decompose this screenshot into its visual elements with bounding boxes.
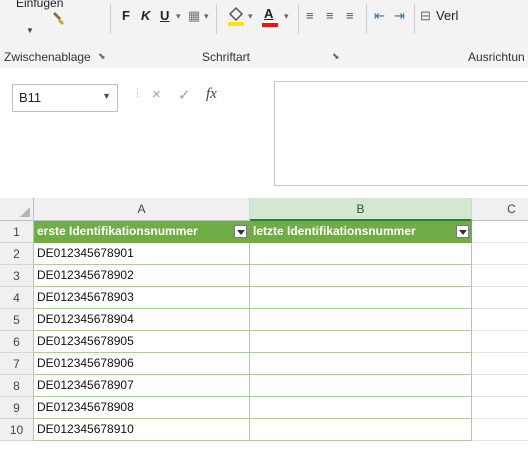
- row-header[interactable]: 1: [0, 221, 34, 243]
- ribbon-separator: [366, 4, 367, 34]
- name-box-dropdown-icon[interactable]: ▼: [102, 91, 111, 101]
- column-header-a[interactable]: A: [34, 198, 250, 221]
- fill-color-icon[interactable]: [226, 6, 246, 26]
- table-cell-b[interactable]: [250, 243, 472, 265]
- filter-dropdown-icon[interactable]: [234, 225, 247, 238]
- cell-c[interactable]: [472, 309, 528, 331]
- alignment-group-label: Ausrichtun: [468, 50, 525, 64]
- name-box[interactable]: B11 ▼: [12, 84, 118, 112]
- table-cell-a[interactable]: DE012345678902: [34, 265, 250, 287]
- merge-cells-icon[interactable]: ⊟: [420, 8, 431, 24]
- column-header-c[interactable]: C: [472, 198, 528, 221]
- formula-bar-splitter-icon[interactable]: ⋮: [132, 86, 143, 99]
- table-cell-b[interactable]: [250, 353, 472, 375]
- wrap-text-label[interactable]: Verl: [436, 8, 458, 23]
- table-cell-a[interactable]: DE012345678908: [34, 397, 250, 419]
- column-header-b[interactable]: B: [250, 198, 472, 221]
- ribbon-separator: [216, 4, 217, 34]
- cell-c[interactable]: [472, 287, 528, 309]
- table-cell-b[interactable]: [250, 265, 472, 287]
- table-cell-b[interactable]: [250, 309, 472, 331]
- align-right-icon[interactable]: ≡: [346, 8, 354, 23]
- cell-c[interactable]: [472, 419, 528, 441]
- font-dialog-launcher-icon[interactable]: ⬊: [332, 51, 340, 62]
- row-header[interactable]: 4: [0, 287, 34, 309]
- row-header[interactable]: 10: [0, 419, 34, 441]
- table-header-cell-a[interactable]: erste Identifikationsnummer: [34, 221, 250, 243]
- font-color-dropdown-icon[interactable]: ▾: [284, 11, 289, 22]
- row-header[interactable]: 3: [0, 265, 34, 287]
- cell-c[interactable]: [472, 265, 528, 287]
- select-all-button[interactable]: [0, 198, 34, 221]
- underline-button[interactable]: U: [160, 8, 169, 23]
- cell-c[interactable]: [472, 397, 528, 419]
- cell-c[interactable]: [472, 221, 528, 243]
- cell-c[interactable]: [472, 331, 528, 353]
- cancel-icon[interactable]: ×: [152, 86, 161, 103]
- formula-bar-area: B11 ▼ ⋮ × ✓ fx: [0, 68, 528, 194]
- header-label: erste Identifikationsnummer: [37, 224, 198, 238]
- ribbon-separator: [110, 4, 111, 34]
- ribbon-separator: [414, 4, 415, 34]
- ribbon: Einfügen ▼ F K U ▾ ▦ ▾ ▾ A ▾ ≡ ≡ ≡ ⇤ ⇥ ⊟…: [0, 0, 528, 69]
- enter-icon[interactable]: ✓: [178, 86, 191, 104]
- ribbon-separator: [298, 4, 299, 34]
- table-cell-b[interactable]: [250, 287, 472, 309]
- table-cell-a[interactable]: DE012345678903: [34, 287, 250, 309]
- increase-indent-icon[interactable]: ⇥: [394, 8, 405, 24]
- bold-button[interactable]: F: [122, 8, 130, 23]
- filter-dropdown-icon[interactable]: [456, 225, 469, 238]
- table-cell-a[interactable]: DE012345678904: [34, 309, 250, 331]
- row-header[interactable]: 2: [0, 243, 34, 265]
- format-painter-icon[interactable]: [52, 10, 66, 26]
- align-left-icon[interactable]: ≡: [306, 8, 314, 23]
- insert-function-icon[interactable]: fx: [206, 86, 217, 103]
- table-cell-a[interactable]: DE012345678901: [34, 243, 250, 265]
- table-cell-b[interactable]: [250, 375, 472, 397]
- table-cell-a[interactable]: DE012345678907: [34, 375, 250, 397]
- table-cell-a[interactable]: DE012345678910: [34, 419, 250, 441]
- table-header-cell-b[interactable]: letzte Identifikationsnummer: [250, 221, 472, 243]
- fill-color-dropdown-icon[interactable]: ▾: [248, 11, 253, 22]
- row-header[interactable]: 9: [0, 397, 34, 419]
- row-header[interactable]: 6: [0, 331, 34, 353]
- italic-button[interactable]: K: [141, 8, 150, 23]
- borders-icon[interactable]: ▦: [188, 8, 200, 24]
- cell-c[interactable]: [472, 375, 528, 397]
- ribbon-group-labels: Zwischenablage ⬊ Schriftart ⬊ Ausrichtun: [0, 46, 528, 68]
- decrease-indent-icon[interactable]: ⇤: [374, 8, 385, 24]
- borders-dropdown-icon[interactable]: ▾: [204, 11, 209, 22]
- font-color-button[interactable]: A: [262, 4, 278, 28]
- row-header[interactable]: 5: [0, 309, 34, 331]
- paste-button[interactable]: Einfügen ▼: [4, 0, 64, 46]
- table-cell-a[interactable]: DE012345678905: [34, 331, 250, 353]
- header-label: letzte Identifikationsnummer: [253, 224, 416, 238]
- paste-dropdown-icon[interactable]: ▼: [26, 26, 34, 35]
- font-color-swatch: [262, 23, 278, 27]
- table-cell-b[interactable]: [250, 331, 472, 353]
- name-box-value: B11: [19, 90, 42, 105]
- worksheet-grid[interactable]: A B C 1 erste Identifikationsnummer letz…: [0, 198, 528, 458]
- table-cell-b[interactable]: [250, 419, 472, 441]
- clipboard-group-label: Zwischenablage: [4, 50, 91, 64]
- paste-label: Einfügen: [16, 0, 64, 10]
- font-color-icon: A: [264, 6, 274, 21]
- cell-c[interactable]: [472, 243, 528, 265]
- row-header[interactable]: 7: [0, 353, 34, 375]
- formula-input[interactable]: [274, 81, 528, 186]
- underline-dropdown-icon[interactable]: ▾: [176, 11, 181, 22]
- row-header[interactable]: 8: [0, 375, 34, 397]
- table-cell-a[interactable]: DE012345678906: [34, 353, 250, 375]
- align-center-icon[interactable]: ≡: [326, 8, 334, 23]
- table-cell-b[interactable]: [250, 397, 472, 419]
- cell-c[interactable]: [472, 353, 528, 375]
- font-group-label: Schriftart: [202, 50, 251, 64]
- clipboard-dialog-launcher-icon[interactable]: ⬊: [98, 51, 106, 62]
